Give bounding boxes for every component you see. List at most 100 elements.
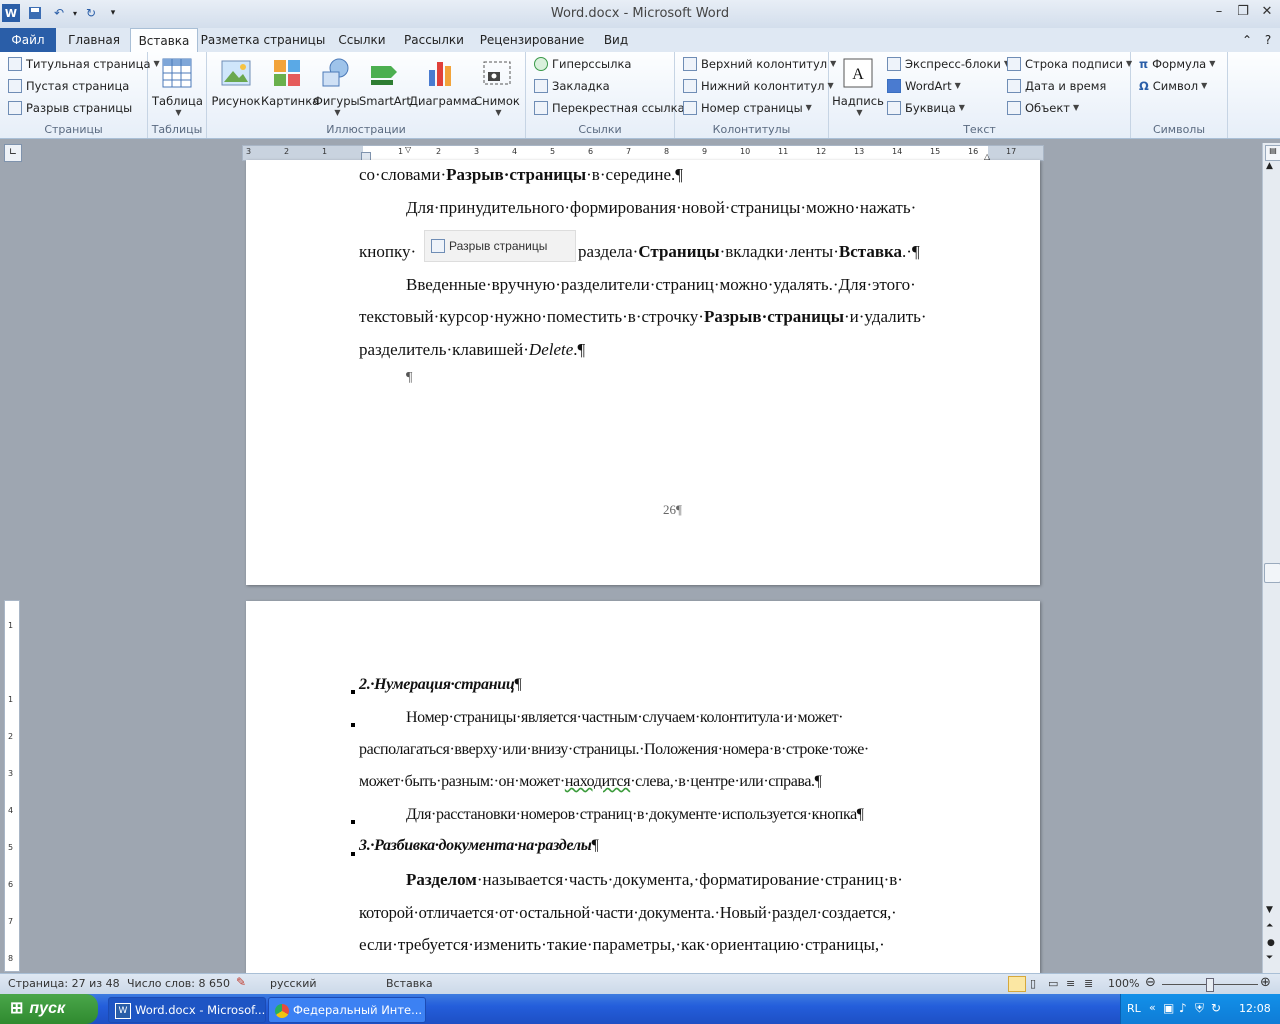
proofing-icon[interactable]: ✎ — [236, 975, 246, 989]
cover-page-button[interactable]: Титульная страница ▼ — [8, 54, 160, 74]
header-button[interactable]: Верхний колонтитул ▼ — [683, 54, 836, 74]
volume-icon[interactable]: ♪ — [1179, 1001, 1187, 1015]
web-layout-icon[interactable]: ▭ — [1048, 977, 1058, 990]
symbol-button[interactable]: Ω Символ ▼ — [1139, 76, 1207, 96]
shapes-button[interactable]: Фигуры ▼ — [313, 56, 360, 117]
paragraph-line: которой·отличается·от·остальной·части·до… — [359, 903, 897, 922]
tab-mailings[interactable]: Рассылки — [398, 28, 470, 52]
start-button[interactable]: ⊞ пуск — [0, 994, 98, 1024]
table-button[interactable]: Таблица ▼ — [152, 56, 203, 117]
footer-button[interactable]: Нижний колонтитул ▼ — [683, 76, 834, 96]
text-run: раздела· — [578, 242, 639, 261]
ruler-tick-label: 17 — [1006, 147, 1017, 156]
wordart-button[interactable]: WordArt ▼ — [887, 76, 961, 96]
signature-line-button[interactable]: Строка подписи ▼ — [1007, 54, 1132, 74]
footer-label: Нижний колонтитул — [701, 79, 825, 93]
zoom-level[interactable]: 100% — [1108, 977, 1139, 990]
tab-home[interactable]: Главная — [60, 28, 128, 52]
first-line-indent-marker[interactable]: ▽ — [405, 145, 411, 154]
page-break-button[interactable]: Разрыв страницы — [8, 98, 132, 118]
wordart-icon — [887, 79, 901, 93]
browse-object-icon[interactable]: ● — [1267, 938, 1275, 948]
previous-page-icon[interactable]: ⏶ — [1266, 921, 1273, 931]
word-count-status[interactable]: Число слов: 8 650 — [127, 977, 230, 990]
equation-label: Формула — [1152, 57, 1207, 71]
tab-references[interactable]: Ссылки — [332, 28, 392, 52]
quick-parts-button[interactable]: Экспресс-блоки▼ — [887, 54, 1010, 74]
hyperlink-button[interactable]: Гиперссылка — [534, 54, 631, 74]
zoom-out-icon[interactable]: ⊖ — [1145, 975, 1156, 990]
vertical-scrollbar[interactable]: ▤ ▲ ▼ ⏶ ● ⏷ — [1262, 143, 1280, 973]
maximize-button[interactable]: ❐ — [1232, 4, 1254, 22]
ruler-tick-label: 11 — [778, 147, 789, 156]
update-icon[interactable]: ↻ — [1211, 1001, 1221, 1015]
view-ruler-button[interactable]: ▤ — [1265, 145, 1280, 161]
draft-icon[interactable]: ≣ — [1084, 977, 1093, 990]
table-label: Таблица — [152, 94, 203, 108]
quick-parts-icon — [887, 57, 901, 71]
paragraph-line: разделитель·клавишей·Delete.¶ — [359, 340, 585, 360]
textbox-button[interactable]: A Надпись ▼ — [831, 56, 885, 117]
scroll-down-icon[interactable]: ▼ — [1266, 905, 1273, 915]
minimize-ribbon-icon[interactable]: ⌃ — [1238, 28, 1256, 52]
smartart-button[interactable]: SmartArt — [359, 56, 411, 108]
full-screen-reading-icon[interactable]: ▯ — [1030, 977, 1036, 990]
bookmark-icon — [534, 79, 548, 93]
signature-line-icon — [1007, 57, 1021, 71]
bookmark-button[interactable]: Закладка — [534, 76, 610, 96]
picture-label: Рисунок — [211, 94, 261, 108]
next-page-icon[interactable]: ⏷ — [1266, 953, 1273, 963]
clipart-button[interactable]: Картинка — [261, 56, 319, 108]
tab-review[interactable]: Рецензирование — [476, 28, 588, 52]
scroll-up-icon[interactable]: ▲ — [1266, 161, 1273, 171]
tab-file[interactable]: Файл — [0, 28, 56, 52]
picture-button[interactable]: Рисунок — [211, 56, 261, 108]
status-bar: Страница: 27 из 48 Число слов: 8 650 ✎ р… — [0, 973, 1280, 995]
vertical-ruler[interactable]: 1 1 2 3 4 5 6 7 8 — [4, 600, 20, 972]
outline-icon[interactable]: ≡ — [1066, 977, 1075, 990]
network-icon[interactable]: ▣ — [1163, 1001, 1174, 1015]
zoom-in-icon[interactable]: ⊕ — [1260, 975, 1271, 990]
screenshot-icon — [483, 61, 511, 85]
help-icon[interactable]: ? — [1258, 28, 1278, 52]
minimize-button[interactable]: – — [1208, 4, 1230, 22]
horizontal-ruler[interactable]: ▽ △ 3 2 1 1 2 3 4 5 6 7 8 9 10 11 12 13 14 15 16 17 — [242, 145, 1044, 162]
equation-button[interactable]: π Формула ▼ — [1139, 54, 1215, 74]
grammar-error-run[interactable]: находится — [565, 773, 631, 790]
tab-selector[interactable]: ∟ — [4, 144, 22, 162]
close-button[interactable]: ✕ — [1256, 4, 1278, 22]
tab-page-layout[interactable]: Разметка страницы — [200, 28, 326, 52]
text-run: ·называется·часть·документа,·форматирова… — [476, 870, 903, 889]
tab-view[interactable]: Вид — [594, 28, 638, 52]
insert-mode-status[interactable]: Вставка — [386, 977, 433, 990]
tab-insert[interactable]: Вставка — [130, 28, 198, 53]
taskbar-chrome-window[interactable]: Федеральный Инте... — [268, 997, 426, 1023]
page-number-button[interactable]: Номер страницы ▼ — [683, 98, 812, 118]
clock[interactable]: 12:08 — [1239, 1002, 1271, 1015]
keyboard-language[interactable]: RL — [1127, 1002, 1141, 1015]
blank-page-button[interactable]: Пустая страница — [8, 76, 129, 96]
scroll-thumb[interactable] — [1264, 563, 1280, 583]
heading-sections: 3.·Разбивка·документа·на·разделы¶ — [359, 837, 599, 855]
language-status[interactable]: русский — [270, 977, 317, 990]
text-run: ·и·удалить· — [843, 307, 927, 326]
security-icon[interactable]: ⛨ — [1195, 1001, 1204, 1016]
hyperlink-icon — [534, 57, 548, 71]
date-time-button[interactable]: Дата и время — [1007, 76, 1106, 96]
object-button[interactable]: Объект ▼ — [1007, 98, 1079, 118]
print-layout-icon[interactable] — [1008, 976, 1026, 992]
collapse-tray-icon[interactable]: « — [1149, 1001, 1156, 1014]
chart-button[interactable]: Диаграмма — [409, 56, 477, 108]
page-26 — [246, 160, 1040, 585]
dropcap-button[interactable]: Буквица ▼ — [887, 98, 965, 118]
group-links-label: Ссылки — [578, 123, 622, 136]
zoom-slider-thumb[interactable] — [1206, 978, 1214, 992]
screenshot-button[interactable]: Снимок ▼ — [473, 56, 521, 117]
taskbar-word-window[interactable]: W Word.docx - Microsof... — [108, 997, 266, 1023]
taskbar-word-label: Word.docx - Microsof... — [135, 1003, 266, 1017]
page-count-status[interactable]: Страница: 27 из 48 — [8, 977, 120, 990]
shapes-label: Фигуры — [313, 94, 360, 108]
ruler-tick-label: 15 — [930, 147, 941, 156]
cross-reference-button[interactable]: Перекрестная ссылка — [534, 98, 685, 118]
bookmark-label: Закладка — [552, 79, 610, 93]
